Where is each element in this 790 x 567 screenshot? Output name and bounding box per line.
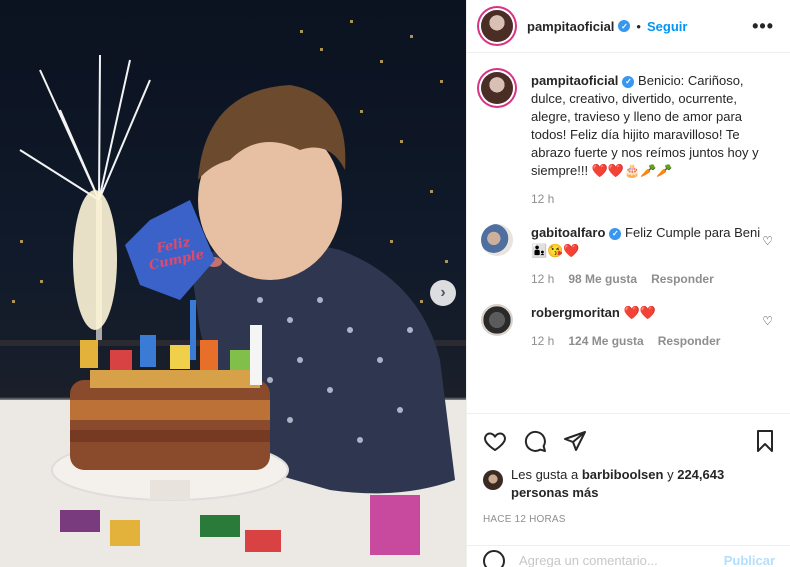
caption: pampitaoficial ✓ Benicio: Cariñoso, dulce…: [481, 72, 775, 206]
comment-username[interactable]: gabitoalfaro: [531, 225, 605, 240]
action-bar: [467, 413, 790, 467]
comment-like-heart-icon[interactable]: ♡: [762, 314, 773, 328]
caption-time[interactable]: 12 h: [531, 192, 554, 206]
comment-likes[interactable]: 98 Me gusta: [568, 272, 637, 286]
liker-username[interactable]: barbiboolsen: [582, 467, 664, 482]
separator-dot: •: [636, 18, 641, 34]
likes-connector: y: [667, 467, 674, 482]
follow-button[interactable]: Seguir: [647, 19, 687, 34]
verified-badge-icon: ✓: [609, 227, 622, 240]
post-details-panel: pampitaoficial ✓ • Seguir ••• pampitaofi…: [466, 0, 790, 567]
caption-text: Benicio: Cariñoso, dulce, creativo, dive…: [531, 73, 759, 178]
comment-input[interactable]: Agrega un comentario...: [519, 553, 724, 567]
comment-icon[interactable]: [523, 429, 547, 453]
comment-text: ❤️❤️: [623, 305, 656, 320]
comment-item: robergmoritan ❤️❤️ 12 h 124 Me gusta Res…: [481, 304, 775, 348]
more-icon[interactable]: •••: [752, 16, 774, 37]
photo-illustration: [0, 20, 466, 567]
post-photo[interactable]: Feliz Cumple ›: [0, 0, 466, 567]
heart-icon[interactable]: [483, 429, 507, 453]
emoji-icon[interactable]: [483, 549, 505, 567]
author-username[interactable]: pampitaoficial: [527, 19, 614, 34]
verified-badge-icon: ✓: [622, 75, 635, 88]
post-timestamp[interactable]: HACE 12 HORAS: [483, 514, 566, 525]
chevron-right-icon[interactable]: ›: [430, 280, 456, 306]
bookmark-icon[interactable]: [753, 429, 777, 453]
post-header: pampitaoficial ✓ • Seguir •••: [467, 0, 790, 53]
caption-avatar[interactable]: [481, 72, 513, 104]
comment-time[interactable]: 12 h: [531, 272, 554, 286]
caption-username[interactable]: pampitaoficial: [531, 73, 618, 88]
likes-summary: Les gusta a barbiboolsen y 224,643 perso…: [483, 466, 783, 502]
verified-badge-icon: ✓: [618, 20, 631, 32]
reply-button[interactable]: Responder: [658, 334, 721, 348]
comment-likes[interactable]: 124 Me gusta: [568, 334, 643, 348]
reply-button[interactable]: Responder: [651, 272, 714, 286]
comments-list[interactable]: pampitaoficial ✓ Benicio: Cariñoso, dulce…: [467, 54, 790, 412]
author-avatar[interactable]: [481, 10, 513, 42]
comment-avatar[interactable]: [481, 304, 513, 336]
comment-username[interactable]: robergmoritan: [531, 305, 620, 320]
add-comment-bar: Agrega un comentario... Publicar: [467, 545, 790, 567]
share-icon[interactable]: [563, 429, 587, 453]
comment-avatar[interactable]: [481, 224, 513, 256]
comment-item: gabitoalfaro ✓ Feliz Cumple para Beni 👨‍👦…: [481, 224, 775, 286]
comment-time[interactable]: 12 h: [531, 334, 554, 348]
comment-like-heart-icon[interactable]: ♡: [762, 234, 773, 248]
liker-avatar[interactable]: [483, 470, 503, 490]
publish-button[interactable]: Publicar: [724, 553, 775, 567]
likes-prefix: Les gusta a: [511, 467, 579, 482]
